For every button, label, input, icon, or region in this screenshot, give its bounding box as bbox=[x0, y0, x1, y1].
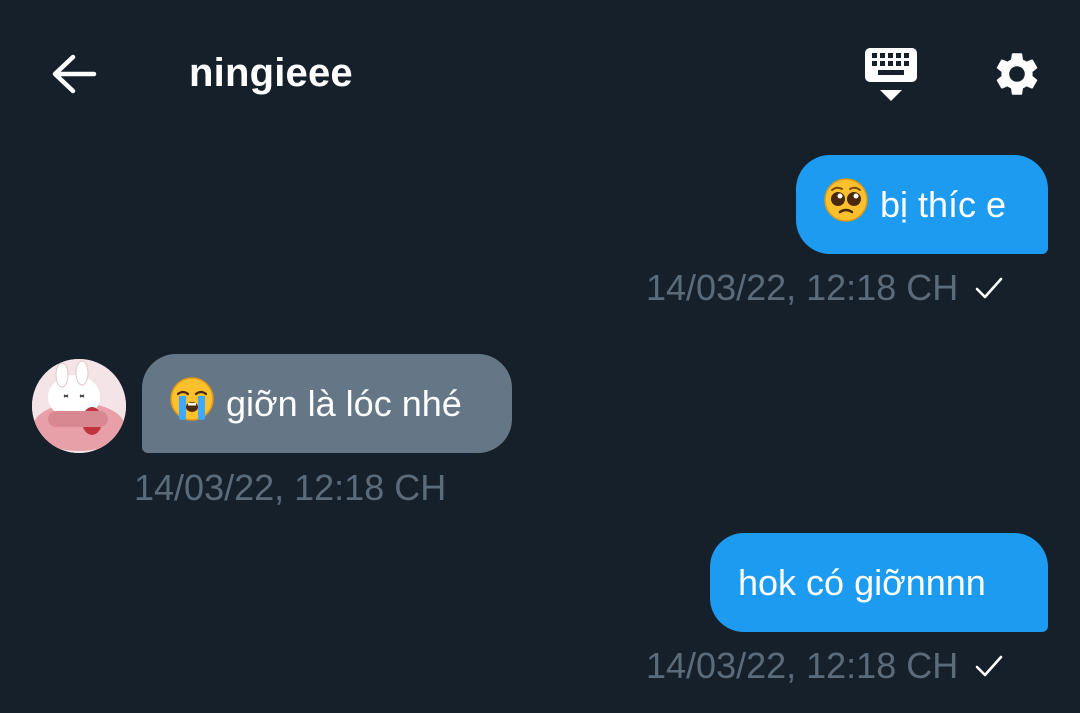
timestamp-text: 14/03/22, 12:18 CH bbox=[646, 645, 959, 686]
message-text: giỡn là lóc nhé bbox=[226, 382, 462, 424]
loudly-crying-face-emoji bbox=[170, 376, 214, 431]
outgoing-message-bubble[interactable]: bị thíc e bbox=[796, 155, 1048, 254]
pleading-face-emoji bbox=[824, 177, 868, 232]
chat-screen: ningieee bị thíc e 14/03/22, 12:18 CH gi… bbox=[0, 0, 1080, 713]
message-text: hok có giỡnnnn bbox=[738, 561, 986, 603]
checkmark-icon bbox=[974, 275, 1004, 301]
back-button[interactable] bbox=[40, 46, 108, 102]
keyboard-icon bbox=[865, 48, 917, 101]
checkmark-icon bbox=[974, 653, 1004, 679]
arrow-left-icon bbox=[52, 54, 97, 94]
settings-button[interactable] bbox=[984, 44, 1050, 104]
message-timestamp: 14/03/22, 12:18 CH bbox=[134, 466, 446, 510]
timestamp-text: 14/03/22, 12:18 CH bbox=[134, 467, 447, 508]
incoming-message-bubble[interactable]: giỡn là lóc nhé bbox=[142, 354, 512, 453]
conversation-title[interactable]: ningieee bbox=[189, 48, 353, 98]
message-timestamp: 14/03/22, 12:18 CH bbox=[646, 266, 1004, 310]
keyboard-button[interactable] bbox=[856, 40, 926, 106]
gear-icon bbox=[996, 53, 1038, 95]
outgoing-message-bubble[interactable]: hok có giỡnnnn bbox=[710, 533, 1048, 632]
message-text: bị thíc e bbox=[880, 183, 1007, 225]
timestamp-text: 14/03/22, 12:18 CH bbox=[646, 267, 959, 308]
bunny-avatar[interactable] bbox=[32, 359, 126, 453]
message-timestamp: 14/03/22, 12:18 CH bbox=[646, 644, 1004, 688]
